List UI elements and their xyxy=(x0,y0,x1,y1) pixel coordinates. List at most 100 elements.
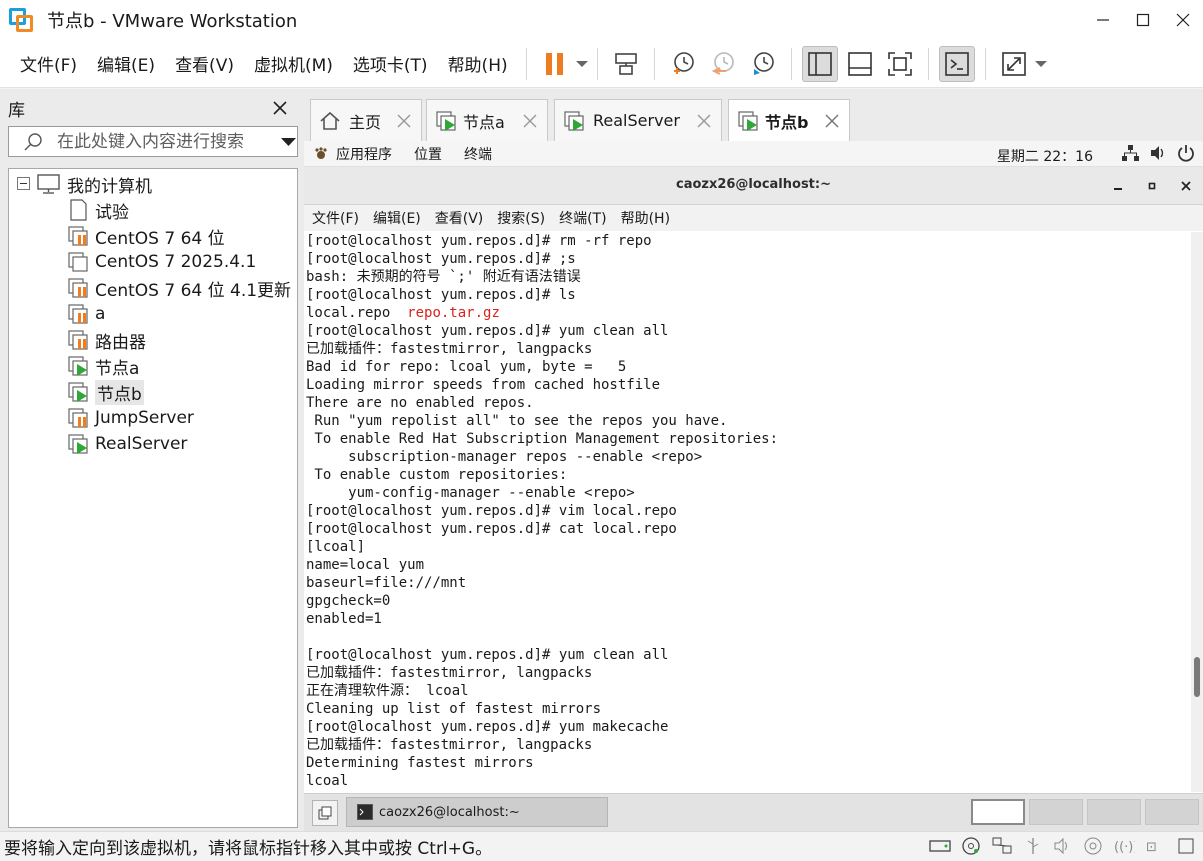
computer-icon xyxy=(37,174,60,194)
tree-item-my-computer[interactable]: 我的计算机 xyxy=(17,171,152,197)
menu-tabs[interactable]: 选项卡(T) xyxy=(343,51,438,76)
snapshot-manager-button[interactable] xyxy=(745,46,781,82)
terminal-line: Loading mirror speeds from cached hostfi… xyxy=(306,377,661,393)
revert-snapshot-button[interactable] xyxy=(705,46,741,82)
console-view-button[interactable] xyxy=(938,45,975,82)
tree-item-vm[interactable]: JumpServer xyxy=(67,405,194,431)
terminal-line: To enable custom repositories: xyxy=(306,467,568,483)
power-icon[interactable] xyxy=(1177,144,1195,162)
hard-disk-icon[interactable] xyxy=(929,836,951,856)
tree-item-vm[interactable]: CentOS 7 64 位 xyxy=(67,223,225,249)
tree-item-vm[interactable]: 节点a xyxy=(67,353,139,379)
message-icon[interactable] xyxy=(1177,836,1195,856)
taskbar-terminal-item[interactable]: caozx26@localhost:~ xyxy=(346,797,608,827)
tree-item-vm-selected[interactable]: 节点b xyxy=(67,379,144,405)
terminal-line: Cleaning up list of fastest mirrors xyxy=(306,701,602,717)
tree-item-vm[interactable]: a xyxy=(67,301,105,327)
home-icon xyxy=(320,111,340,130)
show-desktop-button[interactable] xyxy=(312,800,338,826)
library-close-button[interactable] xyxy=(270,98,290,118)
maximize-button[interactable] xyxy=(1123,0,1163,40)
vm-console[interactable]: 应用程序 位置 终端 星期二 22：16 caozx26@localhost:~… xyxy=(304,141,1203,793)
close-button[interactable] xyxy=(1163,0,1203,40)
tree-item-vm[interactable]: 路由器 xyxy=(67,327,146,353)
collapse-icon[interactable] xyxy=(17,177,31,191)
menu-view[interactable]: 查看(V) xyxy=(165,51,244,76)
menu-bar: 文件(F) 编辑(E) 查看(V) 虚拟机(M) 选项卡(T) 帮助(H) xyxy=(0,40,1203,88)
terminal-menu-view[interactable]: 查看(V) xyxy=(435,208,484,228)
send-keys-icon xyxy=(614,52,637,75)
printer-icon[interactable] xyxy=(1083,836,1103,856)
tree-item-vm[interactable]: RealServer xyxy=(67,431,187,457)
usb-icon[interactable] xyxy=(1023,836,1043,856)
take-snapshot-button[interactable] xyxy=(665,46,701,82)
pause-dropdown-button[interactable] xyxy=(575,60,589,68)
tab-realserver[interactable]: RealServer xyxy=(554,99,722,141)
tree-item-vm[interactable]: 试验 xyxy=(67,197,129,223)
pause-button[interactable] xyxy=(537,46,573,82)
terminal-maximize-button[interactable] xyxy=(1135,173,1169,199)
svg-text:((·)): ((·)) xyxy=(1114,840,1135,855)
vm-running-icon xyxy=(68,356,88,376)
network-adapter-icon[interactable] xyxy=(991,836,1013,856)
tab-node-b[interactable]: 节点b xyxy=(728,99,850,141)
stretch-guest-button[interactable] xyxy=(996,46,1032,82)
minimize-button[interactable] xyxy=(1083,0,1123,40)
minimize-icon xyxy=(1114,188,1122,190)
terminal-minimize-button[interactable] xyxy=(1101,173,1135,199)
close-icon[interactable] xyxy=(824,113,840,129)
sound-card-icon[interactable] xyxy=(1053,836,1073,856)
volume-icon[interactable] xyxy=(1149,144,1167,162)
thumbnail-bar-button[interactable] xyxy=(842,46,878,82)
network-icon[interactable] xyxy=(1121,144,1139,162)
terminal-menu-file[interactable]: 文件(F) xyxy=(312,208,359,228)
bluetooth-icon[interactable]: ⊡ xyxy=(1145,836,1167,856)
menu-file[interactable]: 文件(F) xyxy=(10,51,87,76)
terminal-menu-edit[interactable]: 编辑(E) xyxy=(373,208,421,228)
stretch-dropdown-button[interactable] xyxy=(1034,60,1048,68)
menu-edit[interactable]: 编辑(E) xyxy=(87,51,165,76)
full-screen-button[interactable] xyxy=(882,46,918,82)
close-icon[interactable] xyxy=(696,113,712,129)
menu-vm[interactable]: 虚拟机(M) xyxy=(244,51,343,76)
terminal-close-button[interactable] xyxy=(1169,173,1203,199)
gnome-places-menu[interactable]: 位置 xyxy=(414,144,442,164)
terminal-line: 已加载插件：fastestmirror, langpacks xyxy=(306,341,593,357)
close-icon[interactable] xyxy=(522,113,538,129)
toolbar-separator xyxy=(525,47,527,80)
terminal-menu-search[interactable]: 搜索(S) xyxy=(497,208,545,228)
terminal-menu-terminal[interactable]: 终端(T) xyxy=(559,208,606,228)
gnome-top-bar: 应用程序 位置 终端 星期二 22：16 xyxy=(304,141,1203,167)
workspace-3[interactable] xyxy=(1087,799,1141,825)
cd-dvd-icon[interactable] xyxy=(961,836,981,856)
chevron-down-icon[interactable] xyxy=(281,137,297,147)
tab-home[interactable]: 主页 xyxy=(310,99,422,141)
workspace-2[interactable] xyxy=(1029,799,1083,825)
terminal-line: bash: 未预期的符号 `;' 附近有语法错误 xyxy=(306,269,581,285)
terminal-scrollbar-thumb[interactable] xyxy=(1194,657,1200,697)
terminal-line: [lcoal] xyxy=(306,539,366,555)
tree-item-vm[interactable]: CentOS 7 64 位 4.1更新 xyxy=(67,275,291,301)
gnome-clock[interactable]: 星期二 22：16 xyxy=(997,146,1093,166)
close-icon[interactable] xyxy=(396,113,412,129)
workspace-4[interactable] xyxy=(1145,799,1199,825)
snapshot-revert-icon xyxy=(711,51,734,75)
terminal-line: lcoal xyxy=(306,773,349,789)
library-view-icon xyxy=(807,51,832,76)
wireless-icon[interactable]: ((·)) xyxy=(1113,836,1135,856)
menu-help[interactable]: 帮助(H) xyxy=(438,51,518,76)
gnome-applications-menu[interactable]: 应用程序 xyxy=(336,144,392,164)
terminal-output[interactable]: [root@localhost yum.repos.d]# rm -rf rep… xyxy=(304,232,1191,792)
tree-item-vm[interactable]: CentOS 7 2025.4.1 xyxy=(67,249,256,275)
workspace-1[interactable] xyxy=(971,799,1025,825)
library-view-button[interactable] xyxy=(801,45,838,82)
search-input[interactable] xyxy=(55,130,265,153)
terminal-scrollbar[interactable] xyxy=(1191,232,1203,792)
maximize-icon xyxy=(1136,13,1150,27)
terminal-menubar: 文件(F) 编辑(E) 查看(V) 搜索(S) 终端(T) 帮助(H) xyxy=(304,205,1203,231)
send-ctrl-alt-del-button[interactable] xyxy=(608,46,644,82)
tab-node-a[interactable]: 节点a xyxy=(426,99,548,141)
gnome-terminal-menu[interactable]: 终端 xyxy=(464,144,492,164)
terminal-menu-help[interactable]: 帮助(H) xyxy=(621,208,670,228)
pause-icon xyxy=(545,52,563,75)
